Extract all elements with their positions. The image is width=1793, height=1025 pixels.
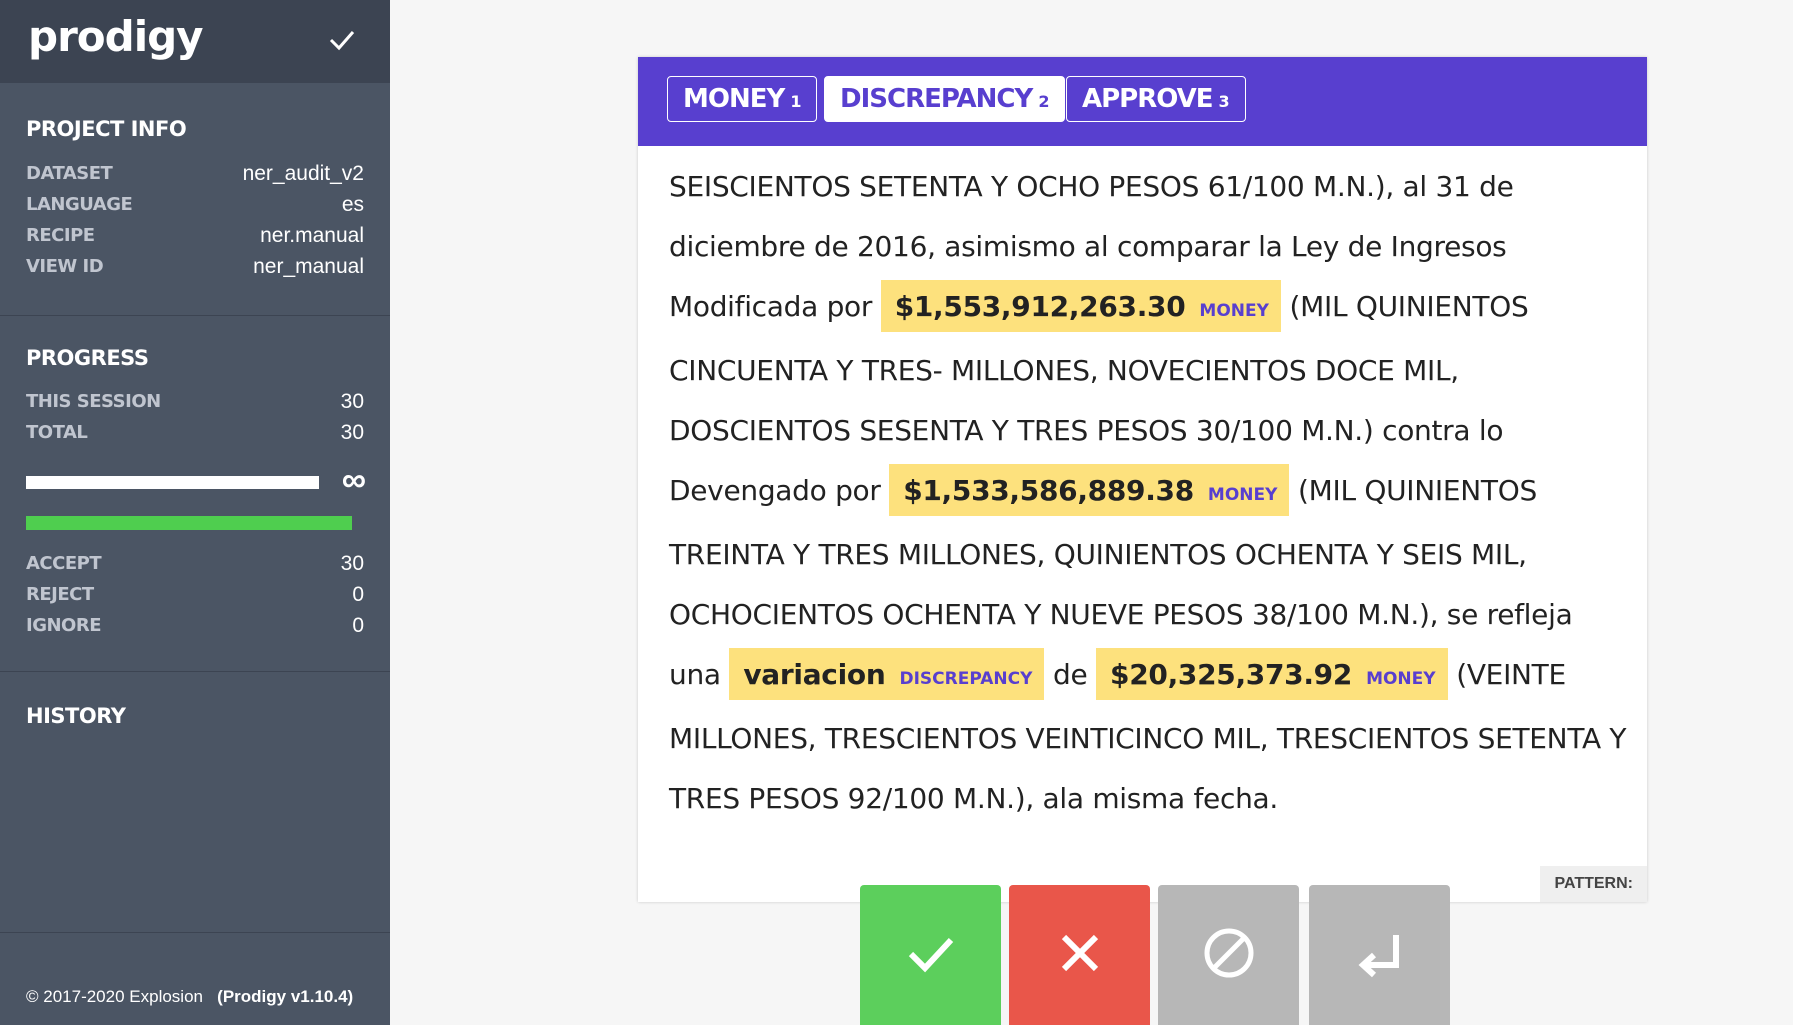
infinity-icon: ∞	[341, 461, 366, 499]
accept-ratio-bar	[26, 516, 352, 530]
logo: prodigy	[28, 12, 204, 61]
progress-row-total: TOTAL 30	[26, 421, 364, 444]
info-row-language: LANGUAGE es	[26, 193, 364, 216]
label-button-money[interactable]: MONEY 1	[667, 76, 818, 122]
version: (Prodigy v1.10.4)	[217, 987, 354, 1006]
info-row-dataset: DATASET ner_audit_v2	[26, 162, 364, 185]
pattern-label: PATTERN:	[1540, 866, 1647, 902]
annotation-card: MONEY 1 DISCREPANCY 2 APPROVE 3 SEISCIENTOS…	[638, 57, 1647, 902]
project-info-title: PROJECT INFO	[26, 117, 187, 141]
progress-row-ignore: IGNORE 0	[26, 614, 364, 637]
action-buttons	[860, 885, 1452, 1025]
progress-row-reject: REJECT 0	[26, 583, 364, 606]
history-title: HISTORY	[26, 704, 126, 728]
entity-span[interactable]: $1,553,912,263.30 MONEY	[880, 280, 1281, 332]
entity-label: MONEY	[1366, 669, 1436, 689]
progress-row-session: THIS SESSION 30	[26, 390, 364, 413]
progress-title: PROGRESS	[26, 346, 149, 370]
info-row-recipe: RECIPE ner.manual	[26, 224, 364, 247]
label-bar: MONEY 1 DISCREPANCY 2 APPROVE 3	[638, 57, 1647, 146]
label-button-discrepancy[interactable]: DISCREPANCY 2	[824, 76, 1066, 122]
progress-section: PROGRESS THIS SESSION 30 TOTAL 30 ∞ ACCEPT…	[0, 316, 390, 672]
progress-row-accept: ACCEPT 30	[26, 552, 364, 575]
undo-button[interactable]	[1309, 885, 1450, 1025]
ignore-icon	[1204, 928, 1253, 978]
check-icon[interactable]	[324, 22, 360, 58]
entity-span[interactable]: $20,325,373.92 MONEY	[1096, 648, 1448, 700]
entity-label: MONEY	[1199, 301, 1269, 321]
reject-button[interactable]	[1009, 885, 1150, 1025]
entity-span[interactable]: variacion DISCREPANCY	[729, 648, 1045, 700]
footer: © 2017-2020 Explosion (Prodigy v1.10.4)	[26, 987, 353, 1007]
x-icon	[1061, 934, 1098, 972]
entity-label: MONEY	[1207, 485, 1278, 505]
info-row-view-id: VIEW ID ner_manual	[26, 255, 364, 278]
logo-bar: prodigy	[0, 0, 390, 83]
progress-bar	[26, 476, 319, 489]
ignore-button[interactable]	[1158, 885, 1299, 1025]
accept-button[interactable]	[860, 885, 1001, 1025]
copyright: © 2017-2020 Explosion	[26, 987, 203, 1006]
label-button-approve[interactable]: APPROVE 3	[1066, 76, 1246, 122]
entity-span[interactable]: $1,533,586,889.38 MONEY	[889, 464, 1290, 516]
check-icon	[908, 937, 953, 973]
annotation-text[interactable]: SEISCIENTOS SETENTA Y OCHO PESOS 61/100 …	[669, 157, 1629, 829]
undo-icon	[1358, 935, 1399, 978]
history-section: HISTORY	[0, 672, 390, 933]
sidebar: prodigy PROJECT INFO DATASET ner_audit_v2…	[0, 0, 390, 1025]
entity-label: DISCREPANCY	[899, 669, 1033, 689]
project-info-section: PROJECT INFO DATASET ner_audit_v2 LANGUAG…	[0, 83, 390, 316]
